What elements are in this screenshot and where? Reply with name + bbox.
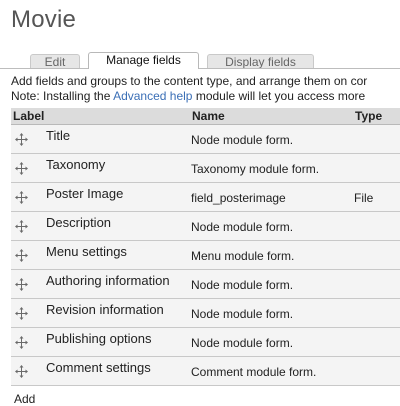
field-name-cell: field_posterimage <box>190 182 353 212</box>
drag-handle-icon[interactable] <box>15 364 28 378</box>
table-row[interactable]: Revision information Node module form. <box>11 298 400 328</box>
field-type-cell <box>353 356 400 386</box>
field-type-cell <box>353 211 400 241</box>
field-name-cell: Node module form. <box>190 124 353 154</box>
field-label-cell: Poster Image <box>11 182 190 212</box>
field-name: field_posterimage <box>191 191 286 205</box>
table-row[interactable]: Taxonomy Taxonomy module form. <box>11 153 400 183</box>
tab-display-fields[interactable]: Display fields <box>207 54 314 69</box>
field-label-cell: Authoring information <box>11 269 190 299</box>
field-name-cell: Taxonomy module form. <box>190 153 353 183</box>
drag-handle-icon[interactable] <box>15 219 28 233</box>
field-type-cell: File <box>353 182 400 212</box>
field-label-cell: Comment settings <box>11 356 190 386</box>
field-name: Node module form. <box>191 220 294 234</box>
page-title: Movie <box>11 6 77 33</box>
field-type-cell <box>353 124 400 154</box>
table-row[interactable]: Publishing options Node module form. <box>11 327 400 357</box>
table-row[interactable]: Description Node module form. <box>11 211 400 241</box>
drag-handle-icon[interactable] <box>15 248 28 262</box>
tab-edit[interactable]: Edit <box>30 54 80 69</box>
field-label-cell: Publishing options <box>11 327 190 357</box>
help-text-note-end: module will let you access more <box>192 89 366 103</box>
column-header-name: Name <box>190 108 353 125</box>
help-text-note: Note: Installing the <box>11 89 114 103</box>
table-row[interactable]: Authoring information Node module form. <box>11 269 400 299</box>
field-name-cell: Node module form. <box>190 269 353 299</box>
field-name: Node module form. <box>191 278 294 292</box>
field-label: Description <box>46 214 112 230</box>
field-label: Publishing options <box>46 330 152 346</box>
field-type-cell <box>353 327 400 357</box>
field-label: Comment settings <box>46 359 151 375</box>
help-text-line-1: Add fields and groups to the content typ… <box>11 74 368 88</box>
field-label: Revision information <box>46 301 164 317</box>
field-label-cell: Description <box>11 211 190 241</box>
field-label: Poster Image <box>46 185 124 201</box>
field-type-cell <box>353 240 400 270</box>
field-name: Taxonomy module form. <box>191 162 320 176</box>
tab-bar: Edit Manage fields Display fields <box>30 52 322 69</box>
drag-handle-icon[interactable] <box>15 132 28 146</box>
field-label: Menu settings <box>46 243 127 259</box>
field-label-cell: Title <box>11 124 190 154</box>
field-label-cell: Taxonomy <box>11 153 190 183</box>
drag-handle-icon[interactable] <box>15 335 28 349</box>
field-name-cell: Node module form. <box>190 211 353 241</box>
field-label: Title <box>46 127 71 143</box>
field-name-cell: Comment module form. <box>190 356 353 386</box>
field-name-cell: Menu module form. <box>190 240 353 270</box>
fields-table: Label Name Type Title Node module form. Ta… <box>11 108 400 386</box>
field-type: File <box>354 191 374 205</box>
advanced-help-link[interactable]: Advanced help <box>113 89 192 103</box>
field-name-cell: Node module form. <box>190 298 353 328</box>
drag-handle-icon[interactable] <box>15 190 28 204</box>
field-type-cell <box>353 269 400 299</box>
field-name: Menu module form. <box>191 249 295 263</box>
table-row[interactable]: Menu settings Menu module form. <box>11 240 400 270</box>
help-text: Add fields and groups to the content typ… <box>11 74 400 104</box>
table-row[interactable]: Poster Image field_posterimage File <box>11 182 400 212</box>
help-text-line-2: Note: Installing the Advanced help modul… <box>11 89 400 104</box>
column-header-type: Type <box>353 108 400 125</box>
field-name: Node module form. <box>191 307 294 321</box>
table-header-row: Label Name Type <box>11 108 400 125</box>
field-label: Taxonomy <box>46 156 106 172</box>
field-name: Comment module form. <box>191 365 317 379</box>
tab-manage-fields[interactable]: Manage fields <box>88 52 199 69</box>
field-type-cell <box>353 153 400 183</box>
drag-handle-icon[interactable] <box>15 277 28 291</box>
column-header-label: Label <box>11 108 190 125</box>
tabs-divider <box>0 68 400 69</box>
table-row[interactable]: Comment settings Comment module form. <box>11 356 400 386</box>
drag-handle-icon[interactable] <box>15 306 28 320</box>
field-name-cell: Node module form. <box>190 327 353 357</box>
field-name: Node module form. <box>191 133 294 147</box>
field-type-cell <box>353 298 400 328</box>
field-label: Authoring information <box>46 272 170 288</box>
table-row[interactable]: Title Node module form. <box>11 124 400 154</box>
field-name: Node module form. <box>191 336 294 350</box>
field-label-cell: Menu settings <box>11 240 190 270</box>
add-field-label: Add <box>14 392 36 406</box>
drag-handle-icon[interactable] <box>15 161 28 175</box>
field-label-cell: Revision information <box>11 298 190 328</box>
